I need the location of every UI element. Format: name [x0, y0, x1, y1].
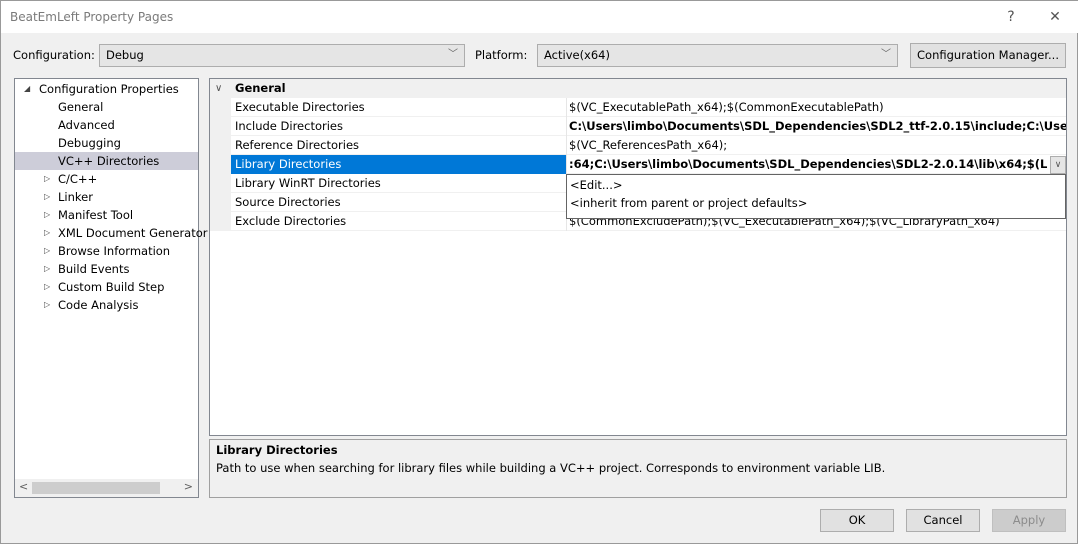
tree-item[interactable]: ▷ XML Document Generator — [15, 224, 208, 242]
chevron-down-icon: ﹀ — [448, 49, 458, 60]
tree-item[interactable]: ▷ Browse Information — [15, 242, 198, 260]
title-bar: BeatEmLeft Property Pages ? ✕ — [1, 1, 1078, 33]
section-header[interactable]: ∨ General — [210, 79, 1066, 98]
tree-item[interactable]: ◢ Configuration Properties — [15, 80, 198, 98]
horizontal-scrollbar[interactable]: < > — [15, 479, 198, 497]
scroll-left-icon[interactable]: < — [19, 480, 28, 493]
tree-item-label: Browse Information — [58, 244, 171, 258]
collapsed-triangle-icon[interactable]: ▷ — [44, 296, 50, 314]
dropdown-button[interactable]: ∨ — [1050, 156, 1066, 174]
tree-item[interactable]: Advanced — [15, 116, 198, 134]
tree-item[interactable]: Debugging — [15, 134, 198, 152]
tree-item-label: General — [58, 100, 104, 114]
collapsed-triangle-icon[interactable]: ▷ — [44, 224, 50, 242]
dropdown-list: <Edit...> <inherit from parent or projec… — [566, 174, 1066, 219]
collapsed-triangle-icon[interactable]: ▷ — [44, 170, 50, 188]
description-text: Path to use when searching for library f… — [216, 461, 886, 475]
property-name: Include Directories — [235, 119, 343, 133]
chevron-down-icon[interactable]: ∨ — [215, 79, 222, 98]
dropdown-option-inherit[interactable]: <inherit from parent or project defaults… — [570, 194, 807, 212]
tree-item-label: Advanced — [58, 118, 115, 132]
cancel-button[interactable]: Cancel — [906, 509, 980, 532]
window-title: BeatEmLeft Property Pages — [10, 10, 174, 24]
property-row[interactable]: Executable Directories $(VC_ExecutablePat… — [231, 98, 1066, 117]
tree-item[interactable]: ▷ C/C++ — [15, 170, 198, 188]
property-grid: ∨ General Executable Directories $(VC_Exe… — [209, 78, 1067, 436]
configuration-select[interactable]: Debug ﹀ — [99, 44, 465, 67]
tree-item[interactable]: General — [15, 98, 198, 116]
property-name: Library Directories — [231, 155, 567, 174]
tree-item-label: Linker — [58, 190, 93, 204]
section-title: General — [235, 81, 286, 95]
scrollbar-thumb[interactable] — [32, 482, 160, 494]
collapsed-triangle-icon[interactable]: ▷ — [44, 278, 50, 296]
configuration-manager-button[interactable]: Configuration Manager... — [910, 43, 1066, 68]
close-button[interactable]: ✕ — [1040, 5, 1070, 29]
tree-item-label: Build Events — [58, 262, 130, 276]
tree-item-label: VC++ Directories — [58, 154, 160, 168]
tree-item-label: Configuration Properties — [39, 82, 179, 96]
tree-item[interactable]: ▷ Custom Build Step — [15, 278, 198, 296]
tree-item[interactable]: ▷ Linker — [15, 188, 198, 206]
collapsed-triangle-icon[interactable]: ▷ — [44, 206, 50, 224]
apply-button[interactable]: Apply — [992, 509, 1066, 532]
tree-item[interactable]: ▷ Build Events — [15, 260, 198, 278]
description-panel: Library Directories Path to use when sea… — [209, 439, 1067, 498]
description-title: Library Directories — [216, 443, 338, 457]
collapsed-triangle-icon[interactable]: ▷ — [44, 260, 50, 278]
platform-value: Active(x64) — [544, 48, 610, 62]
property-name: Executable Directories — [235, 100, 365, 114]
property-value[interactable]: $(VC_ExecutablePath_x64);$(CommonExecuta… — [569, 98, 1066, 117]
tree-item-label: XML Document Generator — [58, 226, 208, 240]
configuration-label: Configuration: — [13, 48, 95, 62]
expanded-triangle-icon[interactable]: ◢ — [24, 80, 30, 98]
property-name: Exclude Directories — [235, 214, 347, 228]
tree-item[interactable]: VC++ Directories — [15, 152, 198, 170]
tree-item-label: Debugging — [58, 136, 121, 150]
property-tree: ◢ Configuration Properties General Advanced… — [14, 78, 208, 498]
tree-item-label: Manifest Tool — [58, 208, 134, 222]
tree-item-label: Code Analysis — [58, 298, 139, 312]
tree-item[interactable]: ▷ Code Analysis — [15, 296, 198, 314]
platform-label: Platform: — [475, 48, 528, 62]
property-row[interactable]: Reference Directories $(VC_ReferencesPath… — [231, 136, 1066, 155]
property-name: Library WinRT Directories — [235, 176, 381, 190]
scroll-right-icon[interactable]: > — [184, 480, 193, 493]
platform-select[interactable]: Active(x64) ﹀ — [537, 44, 898, 67]
collapsed-triangle-icon[interactable]: ▷ — [44, 242, 50, 260]
tree-item-label: Custom Build Step — [58, 280, 165, 294]
property-value[interactable]: C:\Users\limbo\Documents\SDL_Dependencie… — [569, 117, 1066, 136]
ok-button[interactable]: OK — [820, 509, 894, 532]
dropdown-option-edit[interactable]: <Edit...> — [570, 176, 623, 194]
property-value[interactable]: $(VC_ReferencesPath_x64); — [569, 136, 1066, 155]
help-button[interactable]: ? — [996, 5, 1026, 29]
property-row[interactable]: Library Directories:64;C:\Users\limbo\Do… — [231, 155, 1066, 174]
tree-item-label: C/C++ — [58, 172, 98, 186]
chevron-down-icon: ﹀ — [881, 49, 891, 60]
tree-item[interactable]: ▷ Manifest Tool — [15, 206, 198, 224]
property-name: Reference Directories — [235, 138, 360, 152]
property-name: Source Directories — [235, 195, 341, 209]
property-row[interactable]: Include Directories C:\Users\limbo\Docume… — [231, 117, 1066, 136]
configuration-value: Debug — [106, 48, 144, 62]
property-value[interactable]: :64;C:\Users\limbo\Documents\SDL_Depende… — [569, 155, 1048, 174]
collapsed-triangle-icon[interactable]: ▷ — [44, 188, 50, 206]
